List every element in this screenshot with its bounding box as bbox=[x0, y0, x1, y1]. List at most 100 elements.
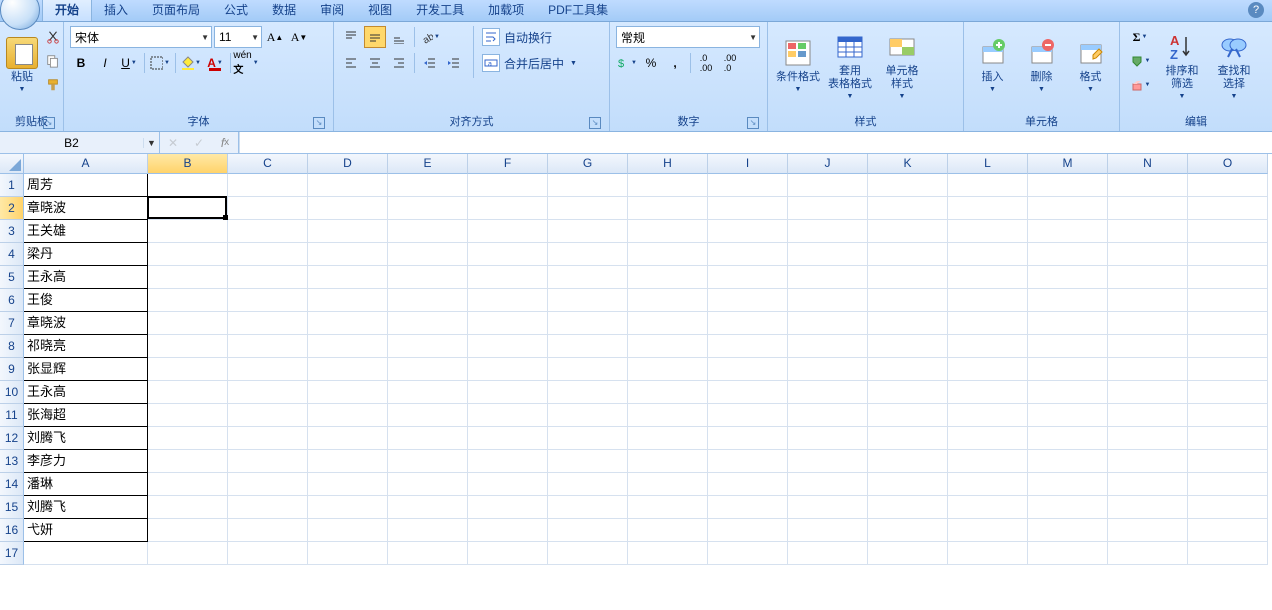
cell[interactable] bbox=[1028, 450, 1108, 473]
align-left-button[interactable] bbox=[340, 52, 362, 74]
cell[interactable] bbox=[548, 243, 628, 266]
cell[interactable]: 刘腾飞 bbox=[24, 496, 148, 519]
cell[interactable] bbox=[628, 427, 708, 450]
cell[interactable] bbox=[628, 220, 708, 243]
cell[interactable] bbox=[388, 381, 468, 404]
cell[interactable] bbox=[1028, 542, 1108, 565]
cell[interactable] bbox=[868, 519, 948, 542]
row-header[interactable]: 16 bbox=[0, 519, 24, 542]
cell[interactable] bbox=[548, 473, 628, 496]
cell[interactable] bbox=[388, 289, 468, 312]
cell[interactable] bbox=[468, 427, 548, 450]
cell[interactable] bbox=[628, 381, 708, 404]
cell[interactable] bbox=[1188, 174, 1268, 197]
cell[interactable] bbox=[548, 542, 628, 565]
cell[interactable] bbox=[148, 220, 228, 243]
cell[interactable] bbox=[628, 289, 708, 312]
cell[interactable] bbox=[948, 289, 1028, 312]
cell[interactable] bbox=[708, 519, 788, 542]
row-header[interactable]: 7 bbox=[0, 312, 24, 335]
cell[interactable] bbox=[548, 266, 628, 289]
cell[interactable] bbox=[788, 358, 868, 381]
cell[interactable] bbox=[388, 519, 468, 542]
cell[interactable] bbox=[148, 197, 228, 220]
cell[interactable] bbox=[868, 266, 948, 289]
cell[interactable]: 梁丹 bbox=[24, 243, 148, 266]
column-header[interactable]: E bbox=[388, 154, 468, 174]
align-right-button[interactable] bbox=[388, 52, 410, 74]
cell[interactable] bbox=[308, 427, 388, 450]
cell[interactable] bbox=[468, 312, 548, 335]
decrease-indent-button[interactable] bbox=[419, 52, 441, 74]
dialog-launcher-icon[interactable]: ↘ bbox=[43, 117, 55, 129]
cell[interactable] bbox=[548, 519, 628, 542]
cell[interactable] bbox=[708, 197, 788, 220]
cell[interactable]: 潘琳 bbox=[24, 473, 148, 496]
cell[interactable] bbox=[1028, 220, 1108, 243]
cell[interactable] bbox=[948, 381, 1028, 404]
cell[interactable] bbox=[628, 312, 708, 335]
cell[interactable] bbox=[548, 174, 628, 197]
cell[interactable] bbox=[1028, 404, 1108, 427]
select-all-corner[interactable] bbox=[0, 154, 24, 174]
paste-button[interactable]: 粘贴 ▼ bbox=[6, 26, 38, 104]
cell[interactable] bbox=[788, 473, 868, 496]
cell[interactable] bbox=[1188, 289, 1268, 312]
cell[interactable] bbox=[1028, 358, 1108, 381]
cell[interactable] bbox=[1028, 174, 1108, 197]
column-header[interactable]: D bbox=[308, 154, 388, 174]
tab-home[interactable]: 开始 bbox=[42, 0, 92, 21]
cell[interactable]: 王永高 bbox=[24, 381, 148, 404]
cell[interactable] bbox=[148, 358, 228, 381]
cell[interactable] bbox=[388, 312, 468, 335]
cell[interactable] bbox=[468, 220, 548, 243]
cell[interactable] bbox=[948, 358, 1028, 381]
number-format-combo[interactable]: 常规▼ bbox=[616, 26, 760, 48]
cell[interactable] bbox=[708, 266, 788, 289]
cell[interactable]: 王俊 bbox=[24, 289, 148, 312]
align-bottom-button[interactable] bbox=[388, 26, 410, 48]
cell[interactable] bbox=[148, 450, 228, 473]
cell[interactable] bbox=[628, 404, 708, 427]
tab-view[interactable]: 视图 bbox=[356, 0, 404, 21]
cell[interactable] bbox=[788, 519, 868, 542]
cell[interactable] bbox=[628, 450, 708, 473]
cell[interactable] bbox=[1108, 519, 1188, 542]
tab-addins[interactable]: 加载项 bbox=[476, 0, 536, 21]
cell[interactable] bbox=[708, 427, 788, 450]
cell[interactable] bbox=[1028, 496, 1108, 519]
cell[interactable] bbox=[948, 312, 1028, 335]
cell[interactable] bbox=[788, 335, 868, 358]
row-header[interactable]: 1 bbox=[0, 174, 24, 197]
row-header[interactable]: 2 bbox=[0, 197, 24, 220]
cell[interactable] bbox=[788, 381, 868, 404]
cell[interactable]: 王关雄 bbox=[24, 220, 148, 243]
cell[interactable] bbox=[388, 174, 468, 197]
font-name-combo[interactable]: 宋体▼ bbox=[70, 26, 212, 48]
cell[interactable] bbox=[788, 450, 868, 473]
cell[interactable] bbox=[148, 289, 228, 312]
autosum-button[interactable]: Σ▼ bbox=[1126, 26, 1154, 48]
cell[interactable] bbox=[1188, 197, 1268, 220]
cell[interactable] bbox=[1108, 450, 1188, 473]
cell[interactable] bbox=[948, 404, 1028, 427]
cell[interactable] bbox=[388, 358, 468, 381]
cell[interactable] bbox=[1188, 335, 1268, 358]
cell[interactable] bbox=[1108, 289, 1188, 312]
cell[interactable] bbox=[1108, 266, 1188, 289]
dialog-launcher-icon[interactable]: ↘ bbox=[747, 117, 759, 129]
column-header[interactable]: J bbox=[788, 154, 868, 174]
cell[interactable] bbox=[708, 450, 788, 473]
cell[interactable] bbox=[388, 243, 468, 266]
cell[interactable] bbox=[468, 381, 548, 404]
cell[interactable] bbox=[308, 289, 388, 312]
cell[interactable] bbox=[308, 312, 388, 335]
cell[interactable] bbox=[1028, 519, 1108, 542]
cell[interactable] bbox=[468, 450, 548, 473]
cell[interactable] bbox=[1108, 427, 1188, 450]
cell[interactable] bbox=[788, 174, 868, 197]
cell[interactable] bbox=[148, 519, 228, 542]
cell[interactable] bbox=[1108, 381, 1188, 404]
cell[interactable] bbox=[228, 358, 308, 381]
cell[interactable] bbox=[708, 542, 788, 565]
